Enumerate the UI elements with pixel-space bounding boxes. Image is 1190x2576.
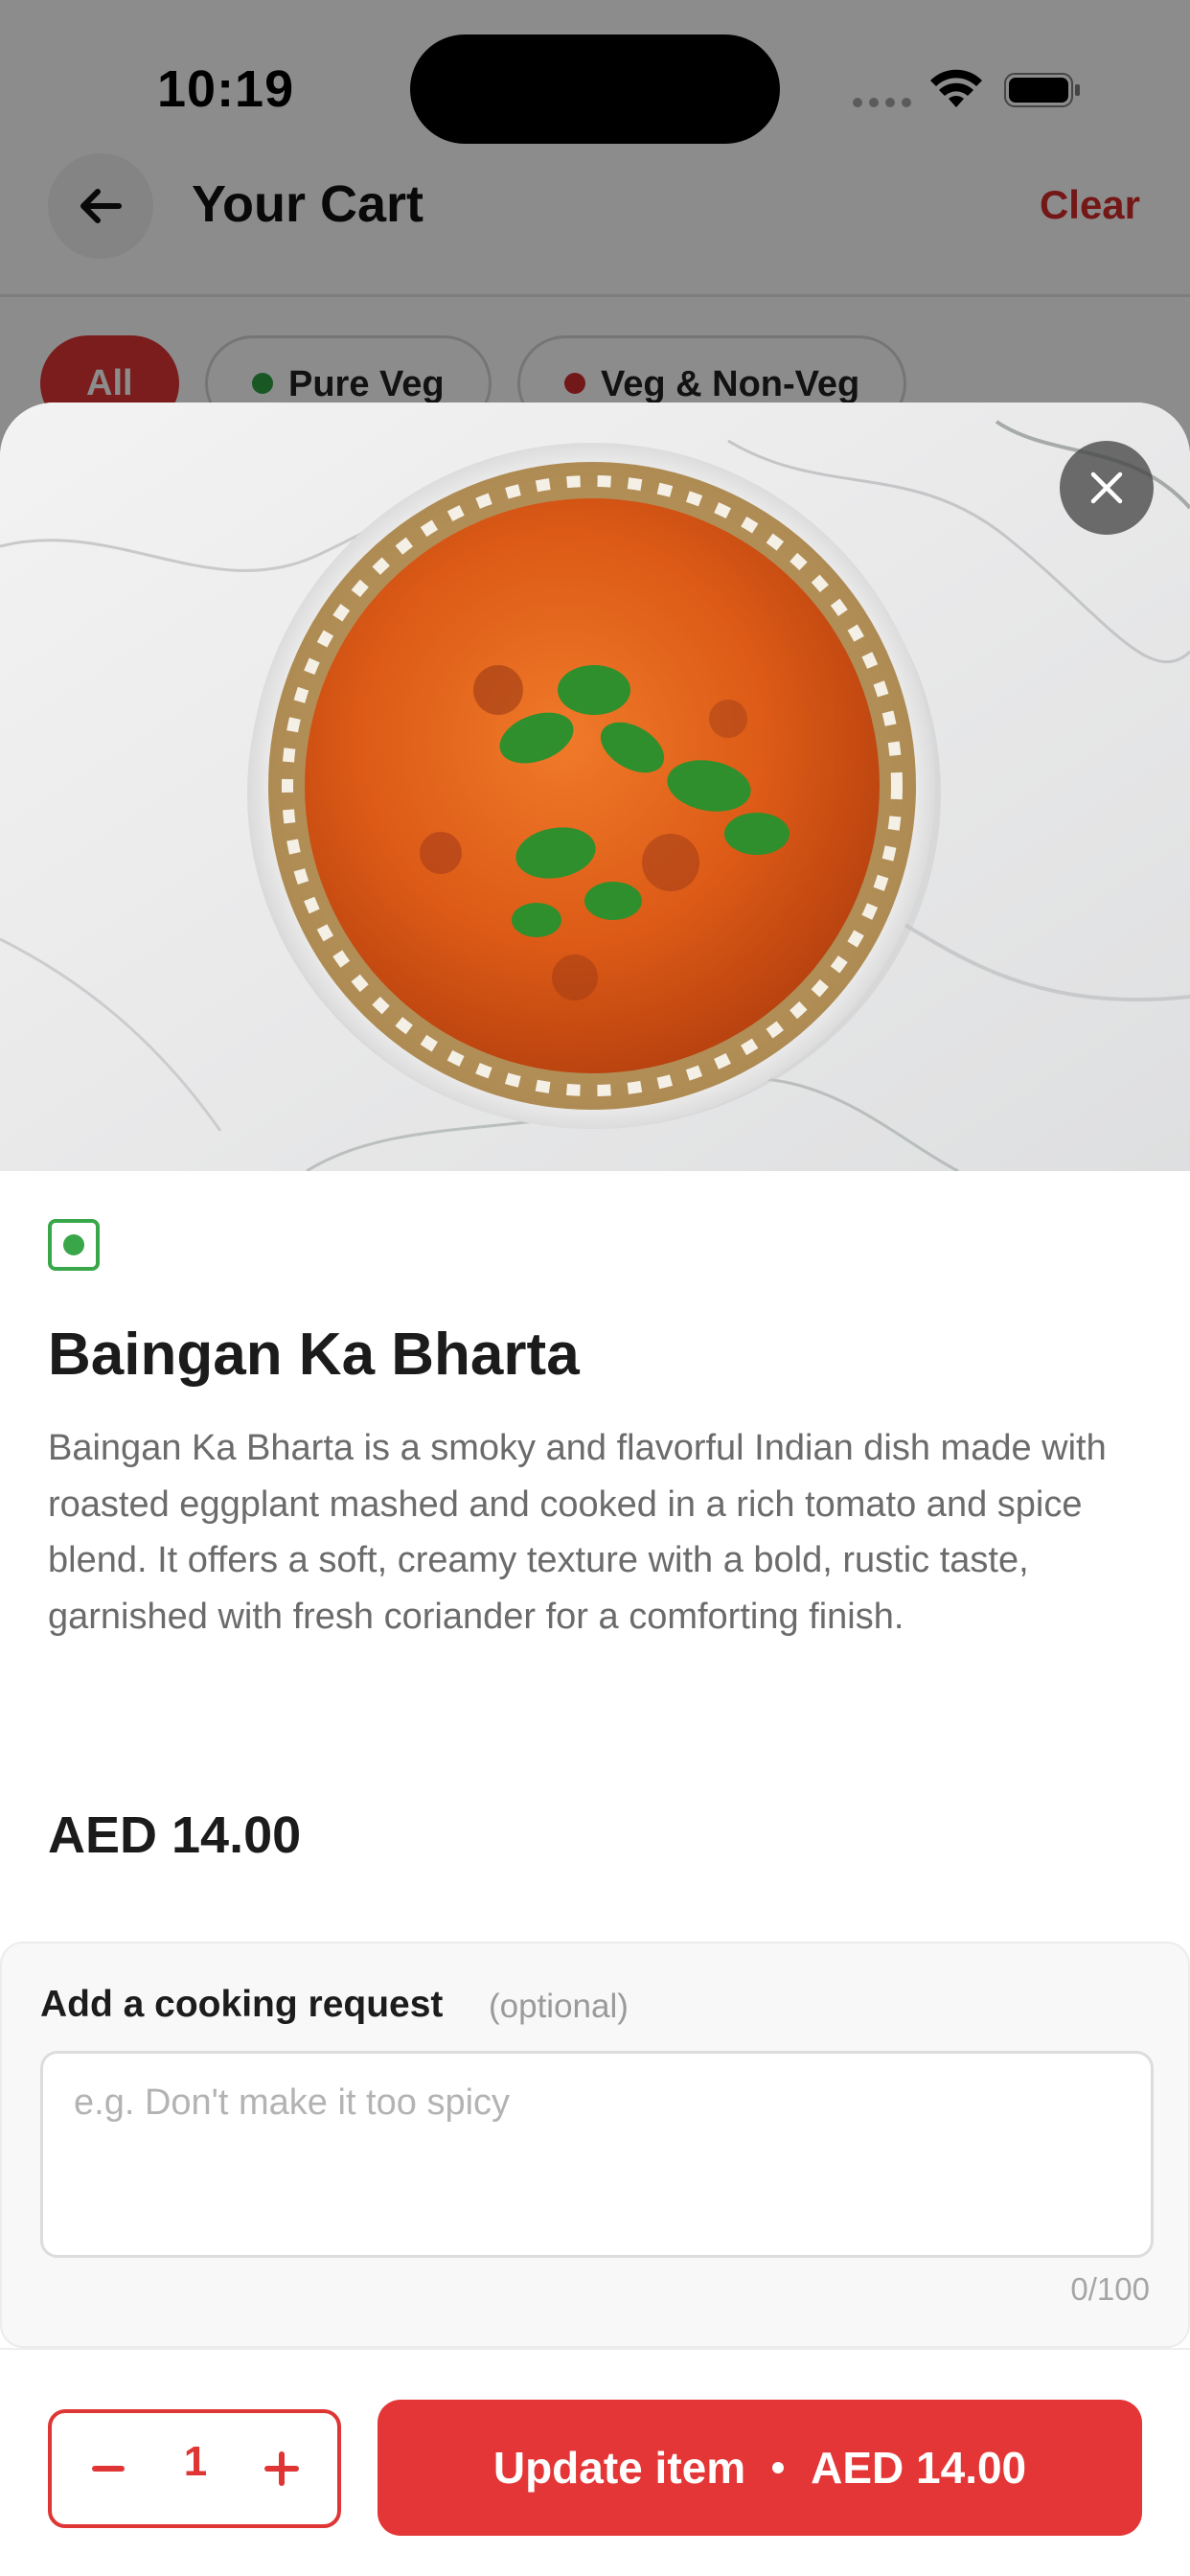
optional-label: (optional) — [489, 1988, 629, 2025]
close-icon — [1090, 472, 1123, 504]
item-detail-sheet: Baingan Ka Bharta Baingan Ka Bharta is a… — [0, 402, 1190, 2576]
dish-image — [0, 402, 1190, 1171]
character-counter: 0/100 — [1070, 2271, 1150, 2307]
veg-indicator-icon — [48, 1219, 100, 1271]
item-price: AED 14.00 — [48, 1806, 302, 1864]
cooking-request-section: Add a cooking request (optional) 0/100 — [0, 1942, 1190, 2348]
update-item-label: Update item — [492, 2443, 746, 2493]
close-button[interactable] — [1060, 441, 1154, 535]
increase-quantity-button[interactable] — [243, 2430, 320, 2507]
quantity-value: 1 — [183, 2438, 208, 2485]
decrease-quantity-button[interactable] — [71, 2430, 148, 2507]
separator-dot — [772, 2462, 785, 2473]
minus-icon — [92, 2466, 125, 2472]
cooking-request-title: Add a cooking request — [40, 1984, 444, 2025]
update-item-button[interactable]: Update item AED 14.00 — [378, 2400, 1142, 2536]
action-bar: 1 Update item AED 14.00 — [0, 2348, 1190, 2576]
cooking-request-input[interactable] — [40, 2051, 1154, 2258]
quantity-stepper: 1 — [48, 2409, 341, 2528]
update-item-price: AED 14.00 — [811, 2443, 1027, 2493]
item-name: Baingan Ka Bharta — [48, 1322, 580, 1388]
item-description: Baingan Ka Bharta is a smoky and flavorf… — [48, 1428, 1107, 1637]
